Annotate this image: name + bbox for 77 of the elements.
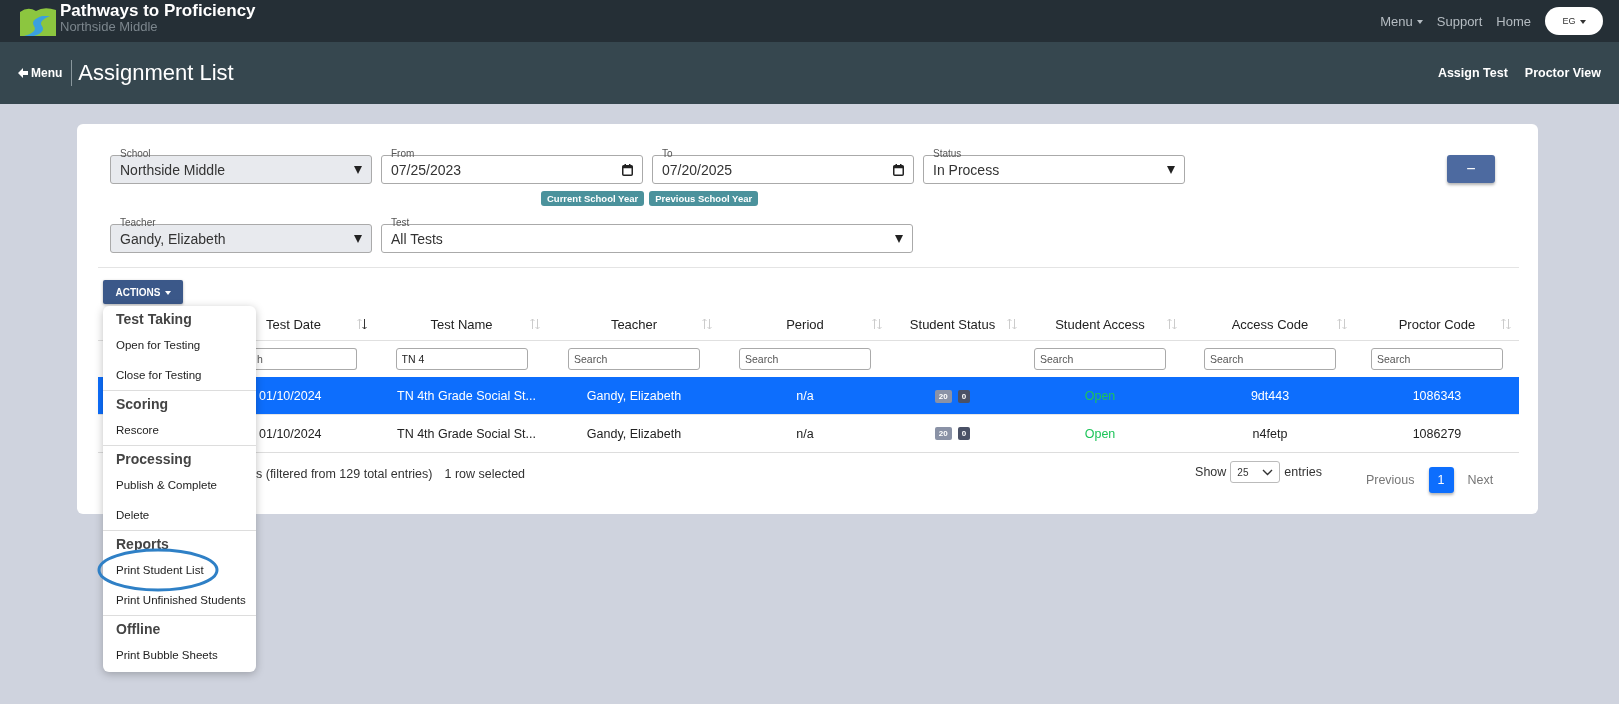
school-name: Northside Middle [60,19,159,34]
table-cell: TN 4th Grade Social St... [397,389,536,403]
calendar-icon[interactable] [893,164,904,176]
pagination-link[interactable]: Previous [1359,473,1421,487]
entries-label: entries [1284,465,1322,479]
back-menu-link[interactable]: Menu [18,66,63,80]
column-header[interactable]: Teacher [610,316,658,332]
select-field[interactable]: Test All Tests [381,217,913,253]
user-menu-button[interactable]: EG [1545,7,1603,35]
header-link[interactable]: Proctor View [1524,66,1601,80]
page-title: Assignment List [78,60,234,86]
page-button[interactable]: 1 [1428,467,1454,493]
search-field[interactable]: TN 4 [395,348,528,370]
column-header[interactable]: Student Access [1055,316,1145,332]
sort-icon[interactable] [357,318,367,330]
date-range-button[interactable]: Previous School Year [649,191,759,206]
count-badge: 20 [934,389,952,403]
table-cell: 9dt443 [1250,389,1290,403]
menu-heading: Test Taking [115,310,193,329]
table-cell: n4fetp [1252,426,1288,441]
table-cell: Gandy, Elizabeth [586,389,682,403]
search-field[interactable]: Search [739,348,871,370]
table-cell: Open [1084,389,1116,403]
table-cell: n/a [796,426,814,441]
count-badge: 20 [934,427,952,440]
menu-heading: Reports [115,535,170,554]
search-field[interactable]: Search [568,348,700,370]
column-header[interactable]: Period [786,316,824,332]
show-label: Show [1195,465,1227,479]
selection-info: 1 row selected [444,467,526,481]
search-field[interactable]: Search [1204,348,1336,370]
column-header[interactable]: Test Name [430,316,493,332]
column-header[interactable]: Proctor Code [1398,316,1476,332]
app-title: Pathways to Proficiency [60,0,256,20]
table-cell: TN 4th Grade Social St... [397,426,536,441]
menu-item[interactable]: Print Unfinished Students [103,585,256,615]
count-badge: 0 [957,389,971,403]
menu-heading: Processing [115,450,193,469]
table-cell: Gandy, Elizabeth [586,426,682,441]
table-cell: 01/10/2024 [259,426,322,441]
menu-item[interactable]: Publish & Complete [103,470,256,500]
table-cell: Open [1084,426,1116,441]
column-header[interactable]: Student Status [909,316,996,332]
nav-link[interactable]: Home [1496,13,1531,29]
menu-item[interactable]: Rescore [103,415,256,445]
table-cell: 1086279 [1412,426,1462,441]
search-field[interactable]: Search [1034,348,1166,370]
chevron-down-icon [1262,468,1274,476]
menu-item[interactable]: Delete [103,500,256,530]
date-range-button[interactable]: Current School Year [541,191,645,206]
collapse-button[interactable]: − [1447,155,1495,183]
table-cell: 1086343 [1412,389,1462,403]
date-field[interactable]: From 07/25/2023 [381,148,643,184]
select-field[interactable]: Status In Process [923,148,1185,184]
search-field[interactable]: h [256,348,357,370]
column-header[interactable]: Test Date [266,316,321,332]
menu-item[interactable]: Print Student List [103,555,256,585]
date-field[interactable]: To 07/20/2025 [652,148,914,184]
menu-item[interactable]: Open for Testing [103,330,256,360]
table-cell: n/a [796,389,814,403]
header-link[interactable]: Assign Test [1437,66,1508,80]
nav-link[interactable]: Support [1436,13,1483,29]
actions-button[interactable]: ACTIONS [103,280,183,304]
calendar-icon[interactable] [622,164,633,176]
logo-icon [20,6,56,36]
menu-heading: Offline [115,620,162,639]
nav-link[interactable]: Menu [1380,13,1423,29]
column-header[interactable]: Access Code [1231,316,1309,332]
page-length-select[interactable]: 25 [1230,461,1281,483]
table-info: s (filtered from 129 total entries) [256,467,433,481]
menu-heading: Scoring [115,395,170,414]
table-cell: 01/10/2024 [259,389,322,403]
menu-item[interactable]: Print Bubble Sheets [103,640,256,670]
arrow-left-icon [18,68,28,78]
count-badge: 0 [957,427,971,440]
pagination-link[interactable]: Next [1461,473,1500,487]
search-field[interactable]: Search [1371,348,1503,370]
